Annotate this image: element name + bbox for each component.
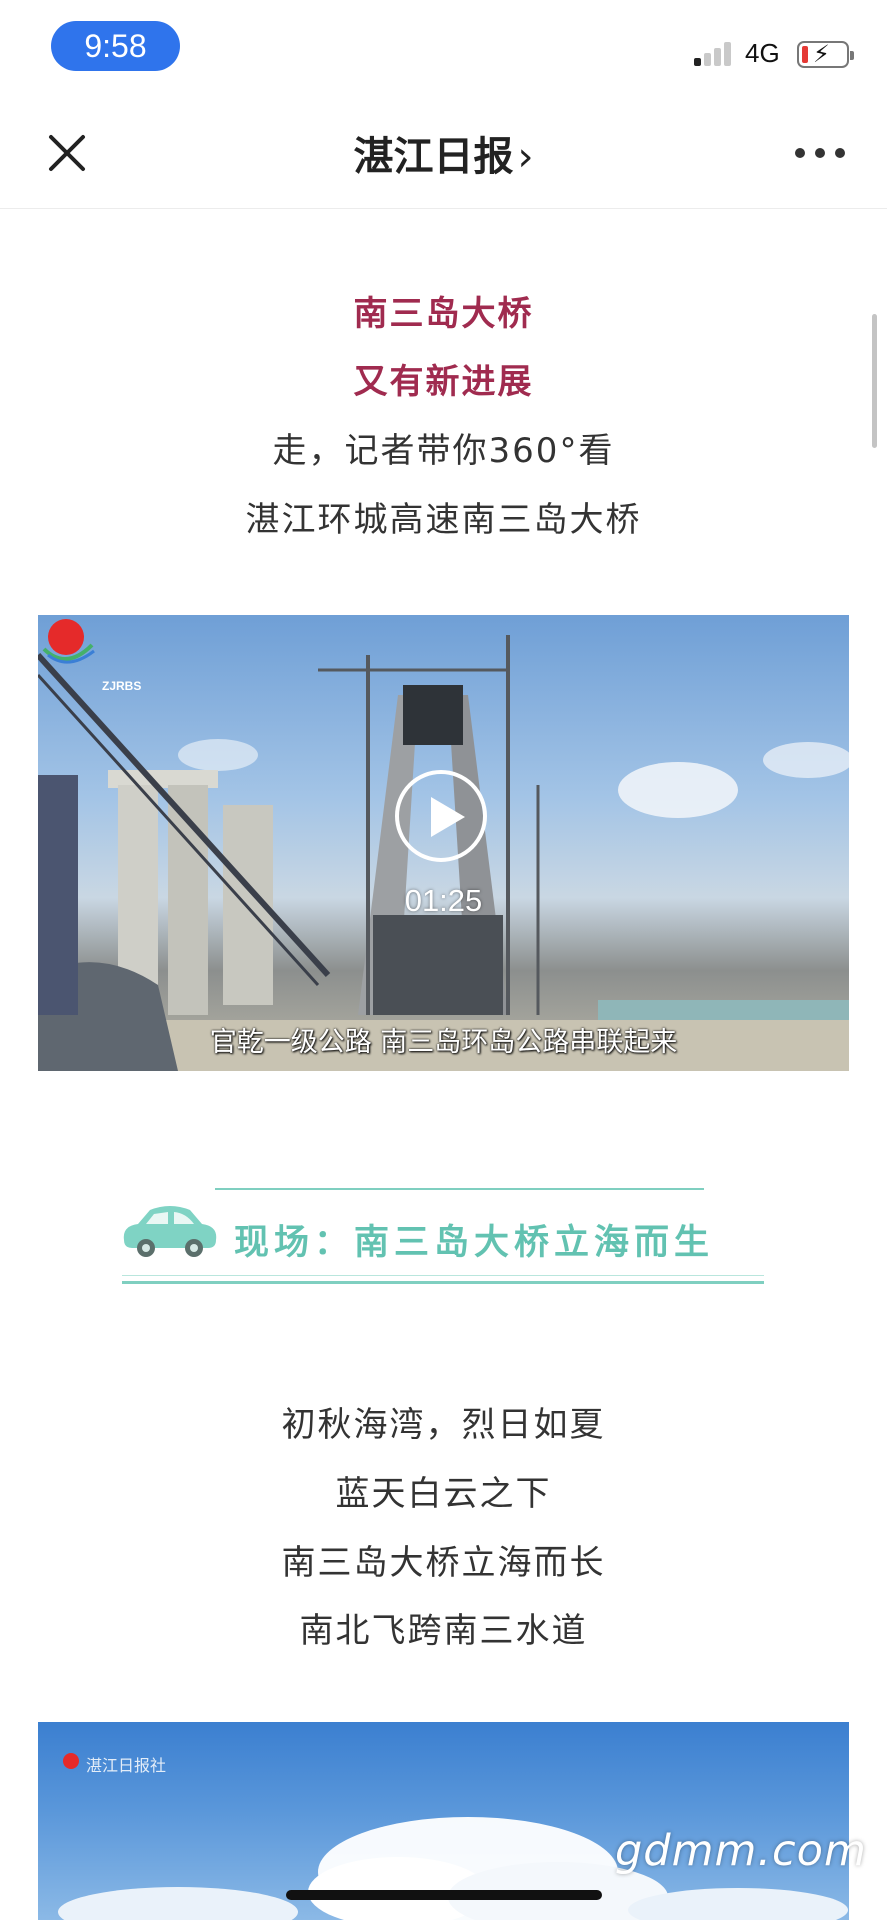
battery-icon: ⚡ — [797, 40, 854, 68]
more-dots-icon[interactable] — [795, 148, 845, 160]
intro-line: 湛江环城高速南三岛大桥 — [245, 500, 642, 540]
image-source-mark: 湛江日报社 — [86, 1756, 167, 1775]
account-title-button[interactable]: 湛江日报 › — [0, 124, 887, 182]
divider — [122, 1281, 764, 1284]
body-line: 蓝天白云之下 — [335, 1474, 552, 1514]
watermark: gdmm.com — [615, 1826, 867, 1876]
body-line: 南北飞跨南三水道 — [299, 1611, 588, 1651]
section-header: 现场：南三岛大桥立海而生 — [120, 1180, 770, 1290]
section-title: 现场：南三岛大桥立海而生 — [234, 1223, 715, 1263]
headline-line: 南三岛大桥 — [353, 294, 534, 334]
body-line: 南三岛大桥立海而长 — [281, 1543, 606, 1583]
video-player[interactable]: ZJRBS 01:25 官乾一级公路 南三岛环岛公路串联起来 — [38, 615, 849, 1071]
play-icon[interactable] — [395, 770, 487, 862]
chevron-right-icon: › — [517, 134, 534, 180]
car-icon — [123, 1206, 217, 1257]
divider — [122, 1275, 764, 1276]
network-type: 4G — [745, 38, 780, 68]
headline-line: 又有新进展 — [353, 362, 534, 402]
status-bar: 9:58 4G ⚡ — [0, 0, 887, 96]
newspaper-logo-icon — [63, 1753, 79, 1769]
status-time: 9:58 — [51, 21, 180, 71]
zjrbs-logo — [42, 619, 95, 664]
home-indicator[interactable] — [286, 1890, 602, 1900]
intro-line: 走，记者带你360°看 — [272, 431, 615, 471]
nav-bar: 湛江日报 › — [0, 96, 887, 209]
video-subtitle: 官乾一级公路 南三岛环岛公路串联起来 — [209, 1027, 678, 1058]
body-line: 初秋海湾，烈日如夏 — [281, 1405, 606, 1445]
signal-icon — [694, 42, 734, 66]
video-duration: 01:25 — [404, 883, 483, 918]
divider — [215, 1188, 704, 1190]
logo-text: ZJRBS — [102, 679, 142, 693]
account-title: 湛江日报 — [353, 134, 514, 180]
